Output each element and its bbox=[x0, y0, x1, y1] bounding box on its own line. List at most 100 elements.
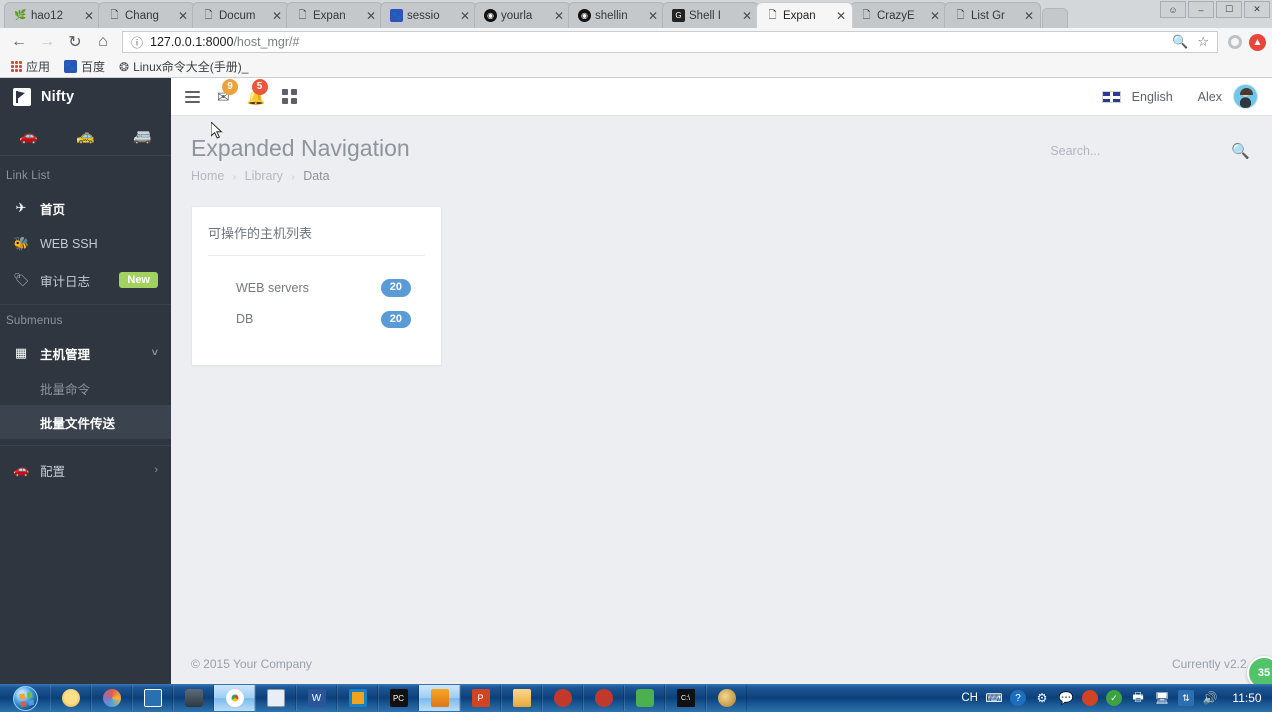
bell-icon[interactable]: 🔔 5 bbox=[247, 78, 268, 106]
browser-tab-active[interactable]: 🗋 Expan ✕ bbox=[756, 2, 853, 28]
record-icon[interactable] bbox=[1082, 690, 1098, 706]
breadcrumb-item-library[interactable]: Library bbox=[245, 169, 283, 183]
page-info-icon[interactable]: ⓘ bbox=[131, 34, 143, 51]
shield-icon[interactable]: ✓ bbox=[1106, 690, 1122, 706]
taskbar-item-notepad[interactable] bbox=[255, 685, 296, 711]
browser-tab[interactable]: 🗋 List Gr ✕ bbox=[944, 2, 1041, 28]
taskbar-item-cmd[interactable]: C:\ bbox=[665, 685, 706, 711]
browser-tab[interactable]: 🗋 Chang ✕ bbox=[98, 2, 195, 28]
reload-icon[interactable]: ↻ bbox=[62, 30, 88, 54]
bookmark-baidu[interactable]: 🐾 百度 bbox=[59, 57, 110, 76]
list-item[interactable]: WEB servers 20 bbox=[208, 272, 425, 304]
close-icon[interactable]: ✕ bbox=[648, 10, 658, 22]
balloon-icon[interactable]: 💬 bbox=[1058, 690, 1074, 706]
list-item[interactable]: DB 20 bbox=[208, 304, 425, 336]
bookmark-apps[interactable]: 应用 bbox=[6, 57, 55, 76]
close-icon[interactable]: ✕ bbox=[930, 10, 940, 22]
browser-tab[interactable]: 🌿 hao12 ✕ bbox=[4, 2, 101, 28]
sidebar-item-home[interactable]: ✈ 首页 bbox=[0, 190, 171, 226]
taskbar-item-chrome[interactable] bbox=[214, 685, 255, 711]
sidebar-subitem-batch-file-transfer[interactable]: 批量文件传送 bbox=[0, 405, 171, 439]
close-icon[interactable]: ✕ bbox=[836, 10, 846, 22]
ime-label[interactable]: CH bbox=[961, 692, 978, 704]
clock[interactable]: 11:50 bbox=[1226, 691, 1264, 705]
user-profile-icon[interactable]: ☺ bbox=[1160, 1, 1186, 18]
taskbar-item-key[interactable] bbox=[173, 685, 214, 711]
sidebar-subitem-batch-command[interactable]: 批量命令 bbox=[0, 371, 171, 405]
sidebar-subitem-label: 批量命令 bbox=[40, 382, 91, 397]
taskbar-item-thunder[interactable] bbox=[50, 685, 91, 711]
red-circle-extension-icon[interactable]: ▲ bbox=[1249, 33, 1266, 51]
close-icon[interactable]: ✕ bbox=[272, 10, 282, 22]
gray-circle-extension-icon[interactable] bbox=[1228, 35, 1242, 49]
home-icon[interactable]: ⌂ bbox=[90, 30, 116, 54]
car-icon[interactable]: 🚗 bbox=[19, 127, 38, 145]
envelope-icon[interactable]: ✉ 9 bbox=[217, 78, 238, 106]
maximize-icon[interactable]: ☐ bbox=[1216, 1, 1242, 18]
taskbar-item-word[interactable]: W bbox=[296, 685, 337, 711]
close-icon[interactable]: ✕ bbox=[178, 10, 188, 22]
breadcrumb-item-home[interactable]: Home bbox=[191, 169, 224, 183]
new-tab-button[interactable] bbox=[1042, 8, 1068, 28]
keyboard-icon[interactable]: ⌨ bbox=[985, 690, 1002, 706]
close-icon[interactable]: ✕ bbox=[554, 10, 564, 22]
taskbar-item-pycharm[interactable]: PC bbox=[378, 685, 419, 711]
taskbar-item-red-app[interactable] bbox=[542, 685, 583, 711]
browser-tab[interactable]: G Shell I ✕ bbox=[662, 2, 759, 28]
taskbar-item-powerpoint[interactable]: P bbox=[460, 685, 501, 711]
bookmark-linux-manual[interactable]: ❂ Linux命令大全(手册)_ bbox=[114, 57, 253, 76]
address-bar[interactable]: ⓘ 127.0.0.1:8000/host_mgr/# 🔍 ☆ bbox=[122, 31, 1218, 53]
taskbar-item-save[interactable] bbox=[132, 685, 173, 711]
browser-tab[interactable]: ◉ shellin ✕ bbox=[568, 2, 665, 28]
taskbar-item-explorer[interactable] bbox=[501, 685, 542, 711]
close-icon[interactable]: ✕ bbox=[460, 10, 470, 22]
document-icon: 🗋 bbox=[298, 9, 307, 21]
browser-tab[interactable]: 🗋 Expan ✕ bbox=[286, 2, 383, 28]
hamburger-icon[interactable] bbox=[185, 90, 200, 103]
taskbar-item-orange-app[interactable] bbox=[419, 685, 460, 711]
taskbar-item-green-shield[interactable] bbox=[624, 685, 665, 711]
search-input[interactable] bbox=[1050, 144, 1216, 158]
volume-icon[interactable]: 🔊 bbox=[1202, 690, 1218, 706]
sidebar-group-host-mgmt[interactable]: ▦ 主机管理 ˅ bbox=[0, 335, 171, 371]
powerpoint-icon: P bbox=[471, 689, 490, 707]
close-icon[interactable]: ✕ bbox=[1024, 10, 1034, 22]
close-icon[interactable]: ✕ bbox=[742, 10, 752, 22]
breadcrumb-separator: › bbox=[291, 171, 295, 183]
browser-tab[interactable]: ◉ yourla ✕ bbox=[474, 2, 571, 28]
sidebar-group-config[interactable]: 🚗 配置 › bbox=[0, 452, 171, 488]
page-footer: © 2015 Your Company Currently v2.2. 35 bbox=[171, 644, 1272, 690]
network-icon[interactable]: 🖥 bbox=[1154, 690, 1170, 706]
browser-tab[interactable]: 🗋 CrazyE ✕ bbox=[850, 2, 947, 28]
grid-apps-icon[interactable] bbox=[282, 89, 297, 104]
taskbar-item-paint-brush[interactable] bbox=[706, 685, 747, 711]
minimize-icon[interactable]: – bbox=[1188, 1, 1214, 18]
star-icon[interactable]: ☆ bbox=[1197, 34, 1209, 50]
ime-options-icon[interactable]: ⚙ bbox=[1034, 690, 1050, 706]
app-main: ✉ 9 🔔 5 English Alex Expanded Navigation… bbox=[171, 78, 1272, 690]
close-icon[interactable]: ✕ bbox=[84, 10, 94, 22]
close-icon[interactable]: ✕ bbox=[366, 10, 376, 22]
search-icon[interactable]: 🔍 bbox=[1231, 142, 1250, 160]
taskbar-item-paint[interactable] bbox=[91, 685, 132, 711]
brand[interactable]: Nifty bbox=[0, 78, 171, 116]
close-icon[interactable]: ✕ bbox=[1244, 1, 1270, 18]
taxi-icon[interactable]: 🚕 bbox=[76, 127, 95, 145]
sidebar-item-web-ssh[interactable]: 🐝 WEB SSH bbox=[0, 226, 171, 262]
avatar[interactable] bbox=[1233, 84, 1258, 109]
user-name[interactable]: Alex bbox=[1198, 90, 1222, 104]
language-label[interactable]: English bbox=[1132, 90, 1173, 104]
share-icon[interactable]: 🖶 bbox=[1130, 690, 1146, 706]
taskbar-item-framed[interactable] bbox=[337, 685, 378, 711]
sidebar-item-audit-log[interactable]: 🏷 审计日志 New bbox=[0, 262, 171, 298]
taskbar-item-red-app-2[interactable] bbox=[583, 685, 624, 711]
help-icon[interactable]: ? bbox=[1010, 690, 1026, 706]
browser-tab[interactable]: 🗋 Docum ✕ bbox=[192, 2, 289, 28]
update-icon[interactable]: ⇅ bbox=[1178, 690, 1194, 706]
back-arrow-icon[interactable]: ← bbox=[6, 30, 32, 54]
start-button[interactable] bbox=[0, 684, 50, 712]
zoom-out-icon[interactable]: 🔍 bbox=[1172, 34, 1188, 50]
bus-icon[interactable]: 🚐 bbox=[133, 127, 152, 145]
browser-tab[interactable]: 🐾 sessio ✕ bbox=[380, 2, 477, 28]
messages-badge: 9 bbox=[222, 78, 238, 95]
